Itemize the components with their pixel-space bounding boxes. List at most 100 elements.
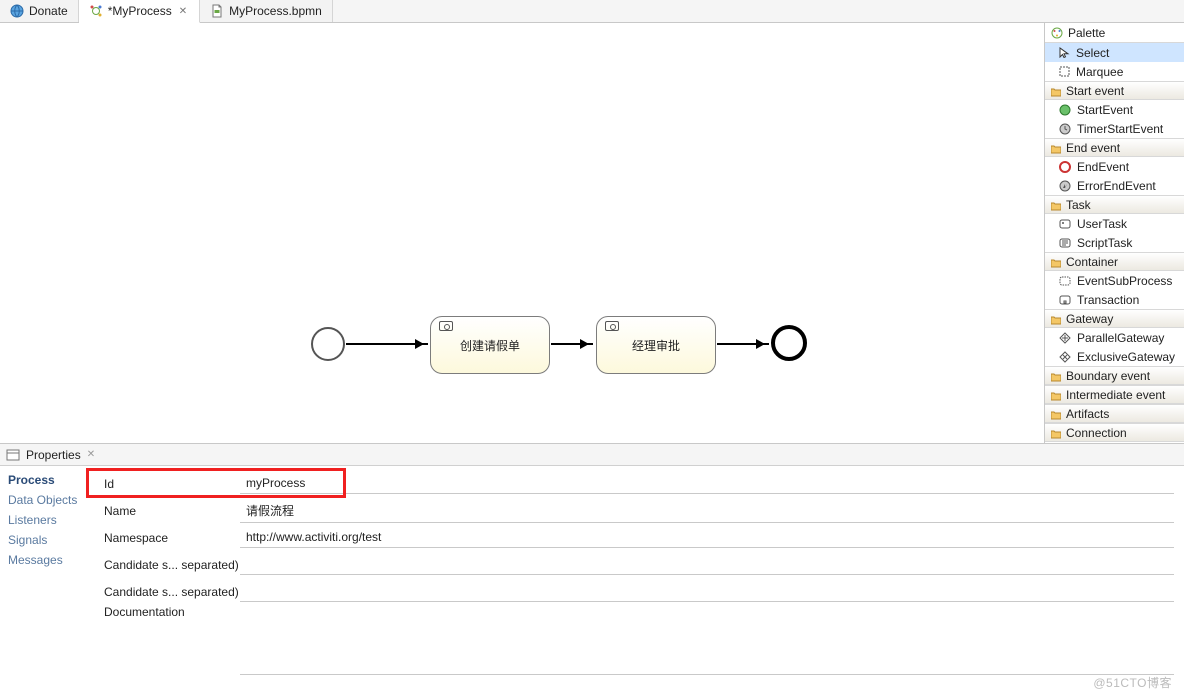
properties-tab-listeners[interactable]: Listeners [2, 510, 88, 530]
folder-open-icon [1051, 371, 1061, 381]
category-label: Container [1066, 255, 1118, 269]
item-label: TimerStartEvent [1077, 122, 1163, 136]
editor-workarea: 创建请假单 经理审批 Palette Select Marquee Start … [0, 23, 1184, 444]
category-label: Connection [1066, 426, 1127, 440]
start-event-node[interactable] [311, 327, 345, 361]
properties-view-title: Properties ✕ [0, 444, 1184, 466]
folder-open-icon [1051, 257, 1061, 267]
palette-item-exclusivegateway[interactable]: ExclusiveGateway [1045, 347, 1184, 366]
category-label: Boundary event [1066, 369, 1150, 383]
palette-category-container[interactable]: Container [1045, 252, 1184, 271]
sequence-flow[interactable] [551, 343, 593, 345]
tool-label: Marquee [1076, 65, 1123, 79]
tab-label: MyProcess.bpmn [229, 4, 322, 18]
properties-tab-process[interactable]: Process [2, 470, 88, 490]
id-field[interactable]: myProcess [240, 473, 1174, 494]
task-label: 经理审批 [632, 337, 680, 354]
user-task-node-2[interactable]: 经理审批 [596, 316, 716, 374]
palette-item-endevent[interactable]: EndEvent [1045, 157, 1184, 176]
row-documentation: Documentation [90, 605, 1174, 675]
palette-item-eventsubprocess[interactable]: EventSubProcess [1045, 271, 1184, 290]
properties-tablist: Process Data Objects Listeners Signals M… [0, 466, 90, 697]
palette-item-scripttask[interactable]: ScriptTask [1045, 233, 1184, 252]
close-icon[interactable]: ✕ [177, 6, 189, 17]
category-label: Task [1066, 198, 1091, 212]
palette-category-end-event[interactable]: End event [1045, 138, 1184, 157]
diagram-icon [89, 4, 103, 18]
user-task-node-1[interactable]: 创建请假单 [430, 316, 550, 374]
item-label: EventSubProcess [1077, 274, 1172, 288]
palette-item-startevent[interactable]: StartEvent [1045, 100, 1184, 119]
palette-category-boundary[interactable]: Boundary event [1045, 366, 1184, 385]
script-task-icon [1059, 237, 1071, 249]
palette-tool-select[interactable]: Select [1045, 43, 1184, 62]
end-event-node[interactable] [771, 325, 807, 361]
palette-item-timerstartevent[interactable]: TimerStartEvent [1045, 119, 1184, 138]
documentation-field[interactable] [240, 605, 1174, 675]
folder-open-icon [1051, 143, 1061, 153]
properties-icon [6, 448, 20, 462]
category-label: Start event [1066, 84, 1124, 98]
watermark: @51CTO博客 [1093, 674, 1172, 691]
palette-category-task[interactable]: Task [1045, 195, 1184, 214]
marquee-icon [1059, 66, 1070, 77]
palette-item-parallelgateway[interactable]: ParallelGateway [1045, 328, 1184, 347]
user-task-icon [1059, 218, 1071, 230]
palette-category-start-event[interactable]: Start event [1045, 81, 1184, 100]
sequence-flow[interactable] [717, 343, 769, 345]
properties-tab-signals[interactable]: Signals [2, 530, 88, 550]
row-id: Id myProcess [90, 470, 1174, 497]
palette-category-connection[interactable]: Connection [1045, 423, 1184, 442]
folder-open-icon [1051, 314, 1061, 324]
properties-body: Process Data Objects Listeners Signals M… [0, 466, 1184, 697]
category-label: Intermediate event [1066, 388, 1165, 402]
file-icon [210, 4, 224, 18]
sequence-flow[interactable] [346, 343, 428, 345]
palette-item-errorendevent[interactable]: ErrorEndEvent [1045, 176, 1184, 195]
palette-item-usertask[interactable]: UserTask [1045, 214, 1184, 233]
field-label: Namespace [90, 531, 240, 545]
properties-tab-data-objects[interactable]: Data Objects [2, 490, 88, 510]
palette-icon [1051, 27, 1063, 39]
editor-tabbar: Donate *MyProcess ✕ MyProcess.bpmn [0, 0, 1184, 23]
exclusive-gateway-icon [1059, 351, 1071, 363]
field-label: Candidate s... separated) [90, 558, 240, 572]
palette-category-gateway[interactable]: Gateway [1045, 309, 1184, 328]
properties-form: Id myProcess Name 请假流程 Namespace http://… [90, 466, 1184, 697]
tab-donate[interactable]: Donate [0, 0, 79, 22]
item-label: UserTask [1077, 217, 1127, 231]
palette-category-intermediate[interactable]: Intermediate event [1045, 385, 1184, 404]
field-label: Name [90, 504, 240, 518]
tab-label: *MyProcess [108, 4, 172, 18]
bpmn-canvas[interactable]: 创建请假单 经理审批 [0, 23, 1044, 443]
row-name: Name 请假流程 [90, 497, 1174, 524]
name-field[interactable]: 请假流程 [240, 499, 1174, 523]
palette-category-artifacts[interactable]: Artifacts [1045, 404, 1184, 423]
close-icon[interactable]: ✕ [87, 449, 95, 460]
item-label: ParallelGateway [1077, 331, 1164, 345]
user-task-icon [605, 321, 619, 331]
tab-bpmnfile[interactable]: MyProcess.bpmn [200, 0, 333, 22]
folder-open-icon [1051, 409, 1061, 419]
namespace-field[interactable]: http://www.activiti.org/test [240, 527, 1174, 548]
folder-open-icon [1051, 428, 1061, 438]
task-label: 创建请假单 [460, 337, 520, 354]
end-event-icon [1059, 161, 1071, 173]
candidate-a-field[interactable] [240, 555, 1174, 575]
candidate-b-field[interactable] [240, 582, 1174, 602]
item-label: EndEvent [1077, 160, 1129, 174]
properties-tab-messages[interactable]: Messages [2, 550, 88, 570]
tab-label: Donate [29, 4, 68, 18]
item-label: StartEvent [1077, 103, 1133, 117]
timer-event-icon [1059, 123, 1071, 135]
tab-myprocess[interactable]: *MyProcess ✕ [79, 0, 200, 23]
category-label: Artifacts [1066, 407, 1109, 421]
row-candidate-b: Candidate s... separated) [90, 578, 1174, 605]
row-candidate-a: Candidate s... separated) [90, 551, 1174, 578]
palette-item-transaction[interactable]: Transaction [1045, 290, 1184, 309]
palette-tool-marquee[interactable]: Marquee [1045, 62, 1184, 81]
folder-open-icon [1051, 200, 1061, 210]
subprocess-icon [1059, 275, 1071, 287]
user-task-icon [439, 321, 453, 331]
palette-panel: Palette Select Marquee Start event Start… [1044, 23, 1184, 443]
